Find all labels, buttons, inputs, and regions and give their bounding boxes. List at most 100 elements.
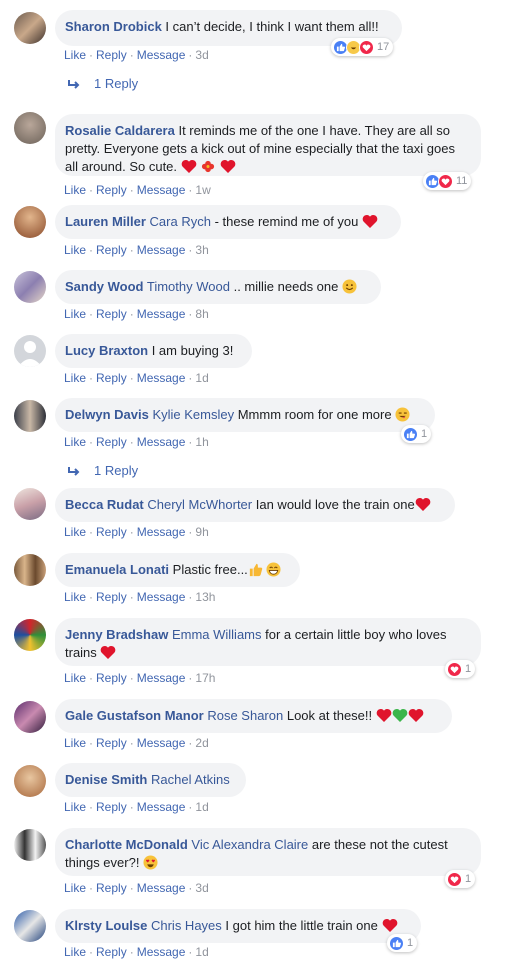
like-link[interactable]: Like	[64, 307, 86, 321]
avatar[interactable]	[14, 335, 46, 367]
like-link[interactable]: Like	[64, 525, 86, 539]
tagged-user-link[interactable]: Vic Alexandra Claire	[191, 837, 308, 852]
reaction-summary[interactable]: 1	[387, 934, 418, 952]
tagged-user-link[interactable]: Chris Hayes	[151, 918, 222, 933]
comment-author[interactable]: Gale Gustafson Manor	[65, 708, 204, 723]
message-link[interactable]: Message	[137, 881, 186, 895]
comment-author[interactable]: Becca Rudat	[65, 497, 144, 512]
reply-link[interactable]: Reply	[96, 48, 127, 62]
avatar[interactable]	[14, 554, 46, 586]
reaction-summary[interactable]: 17	[331, 38, 394, 56]
comment-author[interactable]: Delwyn Davis	[65, 407, 149, 422]
tagged-user-link[interactable]: Timothy Wood	[147, 279, 230, 294]
avatar[interactable]	[14, 765, 46, 797]
comment-author[interactable]: Klrsty Loulse	[65, 918, 147, 933]
winking-tongue-emoji-icon	[395, 407, 410, 422]
like-link[interactable]: Like	[64, 881, 86, 895]
tagged-user-link[interactable]: Rachel Atkins	[151, 772, 230, 787]
like-link[interactable]: Like	[64, 435, 86, 449]
avatar[interactable]	[14, 112, 46, 144]
timestamp[interactable]: 1d	[195, 371, 208, 385]
avatar[interactable]	[14, 829, 46, 861]
message-link[interactable]: Message	[137, 525, 186, 539]
comment-author[interactable]: Lauren Miller	[65, 214, 146, 229]
like-link[interactable]: Like	[64, 48, 86, 62]
avatar[interactable]	[14, 701, 46, 733]
timestamp[interactable]: 1d	[195, 800, 208, 814]
avatar[interactable]	[14, 271, 46, 303]
comment-author[interactable]: Sandy Wood	[65, 279, 143, 294]
grinning-emoji-icon	[266, 562, 281, 577]
message-link[interactable]: Message	[137, 736, 186, 750]
like-link[interactable]: Like	[64, 371, 86, 385]
like-link[interactable]: Like	[64, 243, 86, 257]
reaction-summary[interactable]: 11	[423, 172, 472, 190]
timestamp[interactable]: 9h	[195, 525, 208, 539]
message-link[interactable]: Message	[137, 371, 186, 385]
reply-arrow-icon	[68, 466, 80, 476]
reply-link[interactable]: Reply	[96, 243, 127, 257]
like-link[interactable]: Like	[64, 671, 86, 685]
tagged-user-link[interactable]: Cara Rych	[150, 214, 211, 229]
like-link[interactable]: Like	[64, 800, 86, 814]
comment-author[interactable]: Denise Smith	[65, 772, 147, 787]
timestamp[interactable]: 13h	[195, 590, 215, 604]
view-replies-link[interactable]: 1 Reply	[68, 463, 138, 478]
comment-author[interactable]: Charlotte McDonald	[65, 837, 188, 852]
comment-author[interactable]: Lucy Braxton	[65, 343, 148, 358]
reply-link[interactable]: Reply	[96, 736, 127, 750]
reply-link[interactable]: Reply	[96, 945, 127, 959]
reply-link[interactable]: Reply	[96, 435, 127, 449]
timestamp[interactable]: 1w	[195, 183, 210, 197]
message-link[interactable]: Message	[137, 590, 186, 604]
reaction-summary[interactable]: 1	[401, 425, 432, 443]
reply-link[interactable]: Reply	[96, 881, 127, 895]
timestamp[interactable]: 17h	[195, 671, 215, 685]
reaction-summary[interactable]: 1	[445, 870, 476, 888]
message-link[interactable]: Message	[137, 243, 186, 257]
avatar[interactable]	[14, 910, 46, 942]
timestamp[interactable]: 1h	[195, 435, 208, 449]
comment-author[interactable]: Emanuela Lonati	[65, 562, 169, 577]
view-replies-link[interactable]: 1 Reply	[68, 76, 138, 91]
message-link[interactable]: Message	[137, 671, 186, 685]
tagged-user-link[interactable]: Rose Sharon	[207, 708, 283, 723]
reply-link[interactable]: Reply	[96, 590, 127, 604]
tagged-user-link[interactable]: Emma Williams	[172, 627, 262, 642]
comment-author[interactable]: Sharon Drobick	[65, 19, 162, 34]
like-link[interactable]: Like	[64, 183, 86, 197]
message-link[interactable]: Message	[137, 800, 186, 814]
avatar[interactable]	[14, 206, 46, 238]
reply-link[interactable]: Reply	[96, 307, 127, 321]
reply-link[interactable]: Reply	[96, 800, 127, 814]
comment-author[interactable]: Jenny Bradshaw	[65, 627, 168, 642]
message-link[interactable]: Message	[137, 945, 186, 959]
comment-actions: Like · Reply · Message · 8h	[64, 307, 209, 321]
message-link[interactable]: Message	[137, 48, 186, 62]
reply-link[interactable]: Reply	[96, 183, 127, 197]
tagged-user-link[interactable]: Kylie Kemsley	[152, 407, 234, 422]
timestamp[interactable]: 8h	[195, 307, 208, 321]
reply-link[interactable]: Reply	[96, 525, 127, 539]
avatar[interactable]	[14, 488, 46, 520]
reply-link[interactable]: Reply	[96, 671, 127, 685]
avatar[interactable]	[14, 400, 46, 432]
tagged-user-link[interactable]: Cheryl McWhorter	[147, 497, 252, 512]
message-link[interactable]: Message	[137, 435, 186, 449]
avatar[interactable]	[14, 12, 46, 44]
reaction-summary[interactable]: 1	[445, 660, 476, 678]
comment-author[interactable]: Rosalie Caldarera	[65, 123, 175, 138]
message-link[interactable]: Message	[137, 307, 186, 321]
message-link[interactable]: Message	[137, 183, 186, 197]
timestamp[interactable]: 3d	[195, 48, 208, 62]
like-link[interactable]: Like	[64, 736, 86, 750]
avatar[interactable]	[14, 619, 46, 651]
comment-actions: Like · Reply · Message · 1d	[64, 371, 209, 385]
reply-link[interactable]: Reply	[96, 371, 127, 385]
timestamp[interactable]: 3d	[195, 881, 208, 895]
like-link[interactable]: Like	[64, 590, 86, 604]
timestamp[interactable]: 3h	[195, 243, 208, 257]
timestamp[interactable]: 1d	[195, 945, 208, 959]
like-link[interactable]: Like	[64, 945, 86, 959]
timestamp[interactable]: 2d	[195, 736, 208, 750]
